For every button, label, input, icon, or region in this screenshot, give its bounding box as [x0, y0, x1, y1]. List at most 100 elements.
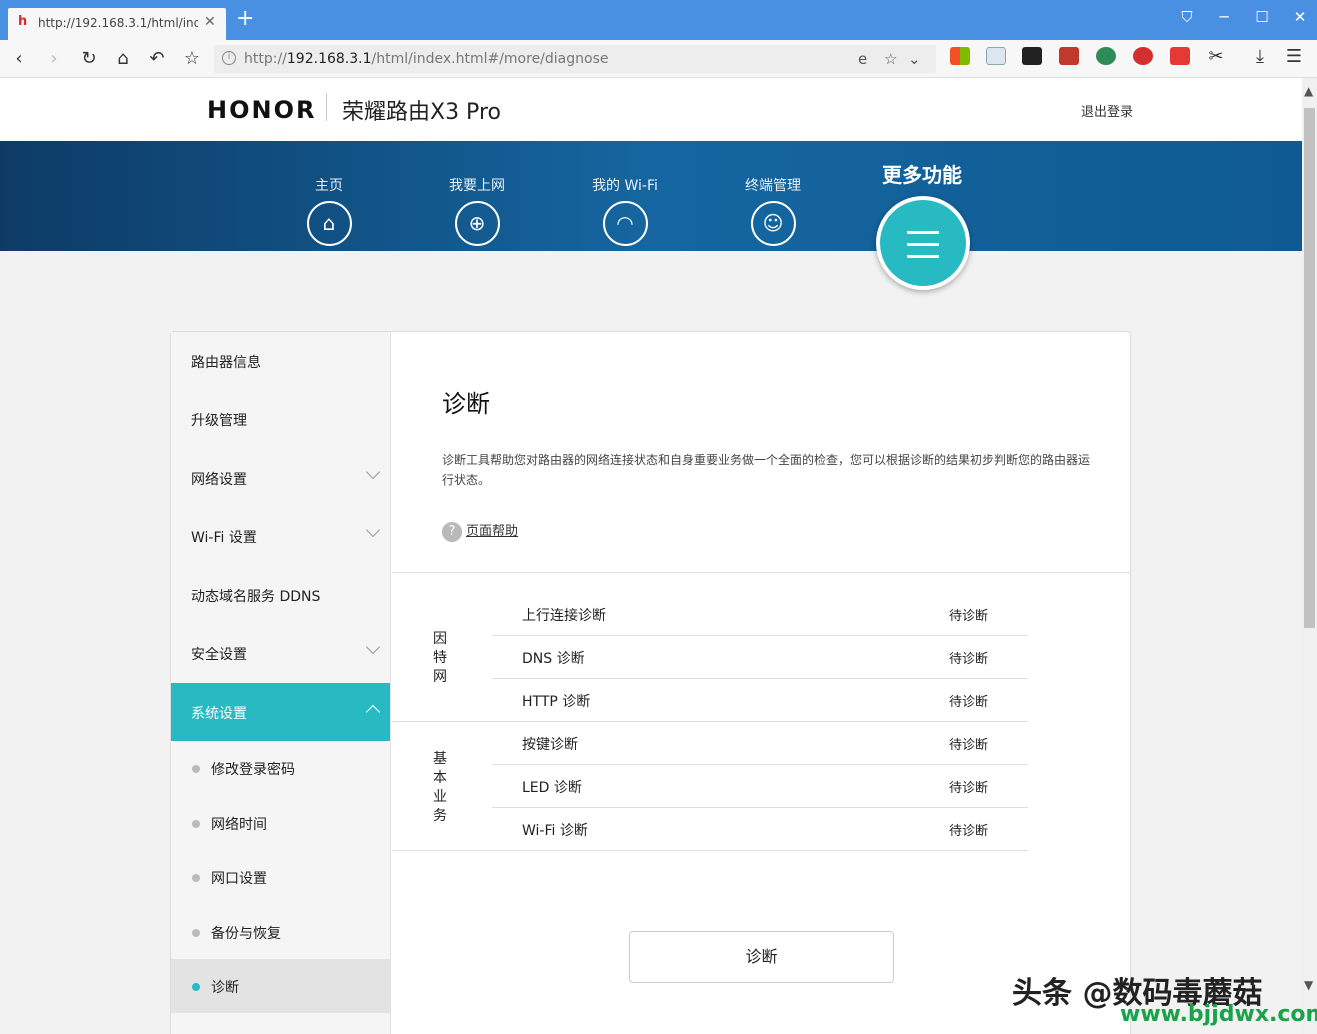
screenshot-extension-icon[interactable] [986, 47, 1006, 65]
browser-tab[interactable]: h http://192.168.3.1/html/ind ✕ [8, 8, 226, 40]
user-icon[interactable]: ☺ [750, 201, 796, 246]
router-page: HONOR 荣耀路由X3 Pro 退出登录 主页 ⌂ 我要上网 ⊕ 我的 Wi-… [0, 78, 1302, 1034]
nav-devices[interactable]: 终端管理 ☺ [713, 175, 833, 246]
reload-icon[interactable]: ↻ [78, 48, 100, 70]
status-badge: 待诊断 [949, 781, 989, 796]
sidebar: 路由器信息 升级管理 网络设置 Wi-Fi 设置 动态域名服务 DDNS 安全设… [171, 332, 391, 1034]
globe-icon[interactable]: ⊕ [454, 201, 500, 246]
address-bar[interactable]: i http://192.168.3.1/html/index.html#/mo… [214, 45, 936, 73]
status-badge: 待诊断 [949, 738, 989, 753]
honor-favicon-icon: h [18, 14, 28, 29]
group-label-internet: 因特网 [433, 631, 447, 685]
shirt-icon[interactable]: ⛉ [1175, 8, 1199, 26]
site-info-icon[interactable]: i [222, 51, 236, 65]
diag-row: 按键诊断 待诊断 [492, 722, 1028, 765]
sidebar-item-ddns[interactable]: 动态域名服务 DDNS [171, 566, 390, 624]
apps-extension-icon[interactable] [950, 47, 970, 65]
bullet-icon [192, 820, 200, 828]
diag-row: 上行连接诊断 待诊断 [492, 593, 1028, 636]
sidebar-item-wifi[interactable]: Wi-Fi 设置 [171, 507, 390, 565]
page-description: 诊断工具帮助您对路由器的网络连接状态和自身重要业务做一个全面的检查，您可以根据诊… [442, 453, 1091, 487]
chevron-down-icon [365, 522, 381, 538]
status-badge: 待诊断 [949, 824, 989, 839]
wifi-icon[interactable]: ◠ [602, 201, 648, 246]
question-icon: ? [442, 521, 462, 542]
undo-icon[interactable]: ↶ [146, 48, 168, 70]
maximize-icon[interactable]: ☐ [1250, 8, 1274, 26]
diagnose-button[interactable]: 诊断 [629, 931, 894, 983]
sidebar-item-router-info[interactable]: 路由器信息 [171, 332, 390, 390]
bullet-icon [192, 874, 200, 882]
home-icon[interactable]: ⌂ [306, 201, 352, 246]
nav-wifi[interactable]: 我的 Wi-Fi ◠ [565, 175, 685, 246]
favorite-star-icon[interactable]: ☆ [181, 48, 203, 70]
honor-logo: HONOR [207, 96, 317, 124]
logo-divider [326, 93, 327, 121]
dots-extension-icon[interactable] [1059, 47, 1079, 65]
new-tab-icon[interactable]: + [236, 8, 254, 30]
close-window-icon[interactable]: ✕ [1288, 8, 1312, 26]
nav-internet[interactable]: 我要上网 ⊕ [417, 175, 537, 246]
sidebar-sub-diagnose[interactable]: 诊断 [171, 959, 390, 1013]
status-badge: 待诊断 [949, 609, 989, 624]
globe-extension-icon[interactable] [1096, 47, 1116, 65]
sidebar-sub-ports[interactable]: 网口设置 [171, 850, 390, 904]
sidebar-item-network[interactable]: 网络设置 [171, 449, 390, 507]
watermark-url: www.bjjdwx.com [1120, 1002, 1317, 1027]
sidebar-sub-time[interactable]: 网络时间 [171, 796, 390, 850]
compat-mode-icon[interactable]: e [858, 50, 867, 68]
scroll-thumb[interactable] [1304, 108, 1315, 628]
forward-icon[interactable]: › [43, 48, 65, 70]
flag-extension-icon[interactable] [1170, 47, 1190, 65]
logout-link[interactable]: 退出登录 [1081, 101, 1133, 120]
download-icon[interactable]: ⤓ [1249, 46, 1271, 68]
tab-title: http://192.168.3.1/html/ind [38, 16, 198, 30]
nav-more[interactable]: 更多功能 [862, 159, 982, 188]
scissors-icon[interactable]: ✂ [1205, 46, 1227, 68]
sidebar-sub-backup[interactable]: 备份与恢复 [171, 905, 390, 959]
home-browser-icon[interactable]: ⌂ [112, 48, 134, 70]
page-title: 诊断 [442, 390, 490, 418]
divider [392, 572, 1131, 573]
browser-titlebar: h http://192.168.3.1/html/ind ✕ + ⛉ ─ ☐ … [0, 0, 1317, 40]
help-link[interactable]: ? 页面帮助 [442, 520, 518, 542]
status-badge: 待诊断 [949, 652, 989, 667]
eyes-extension-icon[interactable] [1022, 47, 1042, 65]
url-text[interactable]: http://192.168.3.1/html/index.html#/more… [244, 51, 608, 67]
diagnose-content: 诊断 诊断工具帮助您对路由器的网络连接状态和自身重要业务做一个全面的检查，您可以… [392, 332, 1131, 1034]
group-divider [392, 721, 492, 722]
site-header: HONOR 荣耀路由X3 Pro 退出登录 [0, 78, 1302, 141]
chevron-down-icon [365, 464, 381, 480]
nav-home[interactable]: 主页 ⌂ [269, 175, 389, 246]
dropdown-chevron-icon[interactable]: ⌄ [908, 50, 921, 68]
sidebar-sub-password[interactable]: 修改登录密码 [171, 741, 390, 795]
group-divider [392, 850, 492, 851]
diag-row: Wi-Fi 诊断 待诊断 [492, 808, 1028, 851]
product-name: 荣耀路由X3 Pro [342, 100, 501, 125]
main-nav: 主页 ⌂ 我要上网 ⊕ 我的 Wi-Fi ◠ 终端管理 ☺ 更多功能 [0, 141, 1302, 251]
status-badge: 待诊断 [949, 695, 989, 710]
back-icon[interactable]: ‹ [8, 48, 30, 70]
diag-row: HTTP 诊断 待诊断 [492, 679, 1028, 722]
bullet-icon [192, 983, 200, 991]
group-label-basic-services: 基本业务 [433, 751, 447, 824]
more-menu-icon[interactable] [876, 196, 970, 290]
browser-toolbar: ‹ › ↻ ⌂ ↶ ☆ i http://192.168.3.1/html/in… [0, 40, 1317, 78]
diag-row: LED 诊断 待诊断 [492, 765, 1028, 808]
sidebar-item-system[interactable]: 系统设置 [171, 683, 390, 741]
pro-extension-icon[interactable] [1133, 47, 1153, 65]
bullet-icon [192, 929, 200, 937]
menu-icon[interactable]: ☰ [1283, 46, 1305, 68]
settings-panel: 路由器信息 升级管理 网络设置 Wi-Fi 设置 动态域名服务 DDNS 安全设… [170, 331, 1131, 1034]
scroll-up-icon[interactable]: ▲ [1304, 84, 1313, 98]
bookmark-star-icon[interactable]: ☆ [884, 50, 897, 68]
close-tab-icon[interactable]: ✕ [204, 14, 216, 30]
chevron-down-icon [365, 639, 381, 655]
diag-row: DNS 诊断 待诊断 [492, 636, 1028, 679]
page-scrollbar[interactable]: ▲ ▼ [1302, 78, 1317, 1034]
minimize-icon[interactable]: ─ [1212, 8, 1236, 26]
scroll-down-icon[interactable]: ▼ [1304, 978, 1313, 992]
bullet-icon [192, 765, 200, 773]
sidebar-item-upgrade[interactable]: 升级管理 [171, 390, 390, 448]
sidebar-item-security[interactable]: 安全设置 [171, 624, 390, 682]
